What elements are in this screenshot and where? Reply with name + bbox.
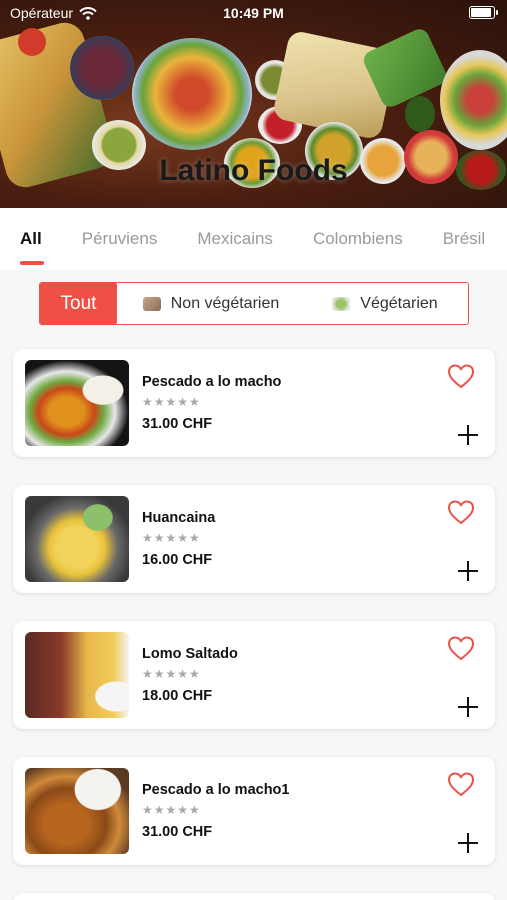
product-name: Lomo Saltado <box>142 646 238 662</box>
wifi-icon <box>79 6 97 20</box>
meat-icon <box>142 296 161 311</box>
category-tabs: All Péruviens Mexicains Colombiens Brési… <box>0 208 507 270</box>
food-image <box>405 96 435 132</box>
filter-all-label: Tout <box>60 292 97 314</box>
plus-icon[interactable] <box>458 833 478 853</box>
food-image <box>70 36 134 100</box>
tab-mexicains[interactable]: Mexicains <box>197 229 273 249</box>
tab-label: Péruviens <box>81 229 158 248</box>
heart-outline-icon[interactable] <box>447 771 475 797</box>
status-time: 10:49 PM <box>223 5 284 21</box>
tab-label: Brésil <box>442 229 486 248</box>
plus-icon[interactable] <box>458 697 478 717</box>
product-card[interactable]: Lomo Saltado ★★★★★ 18.00 CHF <box>13 621 495 729</box>
tab-colombiens[interactable]: Colombiens <box>313 229 403 249</box>
rating-stars: ★★★★★ <box>142 395 201 409</box>
product-name: Huancaina <box>142 510 216 526</box>
product-price: 31.00 CHF <box>142 824 213 840</box>
hero-banner: Opérateur 10:49 PM Latino Foods <box>0 0 507 208</box>
tab-label: Mexicains <box>197 229 273 248</box>
product-name: Pescado a lo macho <box>142 374 282 390</box>
product-image <box>25 768 129 854</box>
food-image <box>440 50 507 150</box>
product-image <box>25 360 129 446</box>
filter-veg-label: Végétarien <box>360 294 438 312</box>
filter-all-button[interactable]: Tout <box>40 283 117 324</box>
carrier-label: Opérateur <box>10 5 74 21</box>
tab-peruviens[interactable]: Péruviens <box>82 229 158 249</box>
diet-filter: Tout Non végétarien Végétarien <box>39 282 469 325</box>
carrier: Opérateur <box>10 5 97 21</box>
food-image <box>132 38 252 150</box>
heart-outline-icon[interactable] <box>447 635 475 661</box>
product-name: Pescado a lo macho1 <box>142 782 290 798</box>
product-card[interactable]: Pescado a lo macho1 ★★★★★ 31.00 CHF <box>13 757 495 865</box>
heart-outline-icon[interactable] <box>447 363 475 389</box>
product-image <box>25 496 129 582</box>
tab-label: Colombiens <box>312 229 403 248</box>
product-price: 16.00 CHF <box>142 552 213 568</box>
product-card[interactable] <box>13 893 495 900</box>
rating-stars: ★★★★★ <box>142 803 201 817</box>
plus-icon[interactable] <box>458 561 478 581</box>
tab-label: All <box>20 229 42 248</box>
filter-veg-button[interactable]: Végétarien <box>305 283 465 324</box>
tab-bresil[interactable]: Brésil <box>443 229 486 249</box>
filter-non-veg-button[interactable]: Non végétarien <box>117 283 305 324</box>
hero-title: Latino Foods <box>159 154 348 187</box>
plus-icon[interactable] <box>458 425 478 445</box>
product-card[interactable]: Huancaina ★★★★★ 16.00 CHF <box>13 485 495 593</box>
tab-active-indicator <box>20 261 44 265</box>
food-image <box>18 28 46 56</box>
product-price: 18.00 CHF <box>142 688 213 704</box>
heart-outline-icon[interactable] <box>447 499 475 525</box>
tab-all[interactable]: All <box>20 229 44 265</box>
filter-non-veg-label: Non végétarien <box>170 294 280 312</box>
salad-icon <box>332 296 351 311</box>
product-image <box>25 632 129 718</box>
battery-icon <box>469 6 498 19</box>
product-price: 31.00 CHF <box>142 416 213 432</box>
product-card[interactable]: Pescado a lo macho ★★★★★ 31.00 CHF <box>13 349 495 457</box>
status-bar: Opérateur 10:49 PM <box>0 0 507 26</box>
rating-stars: ★★★★★ <box>142 667 201 681</box>
rating-stars: ★★★★★ <box>142 531 201 545</box>
